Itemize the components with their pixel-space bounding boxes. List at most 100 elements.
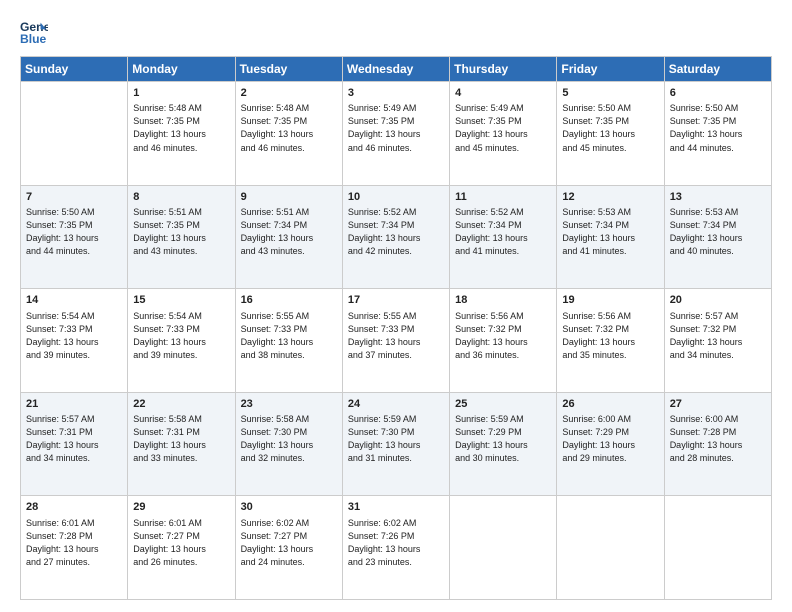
calendar-cell: 26Sunrise: 6:00 AMSunset: 7:29 PMDayligh… — [557, 392, 664, 496]
calendar-cell: 16Sunrise: 5:55 AMSunset: 7:33 PMDayligh… — [235, 289, 342, 393]
cell-info-line: Daylight: 13 hours — [562, 439, 659, 452]
cell-info-line: Sunset: 7:29 PM — [455, 426, 552, 439]
cell-info-line: Sunrise: 5:50 AM — [670, 102, 767, 115]
cell-info-line: Daylight: 13 hours — [241, 336, 338, 349]
cell-info-line: Daylight: 13 hours — [348, 439, 445, 452]
day-number: 8 — [133, 190, 230, 205]
day-number: 17 — [348, 293, 445, 308]
cell-info-line: Sunrise: 5:57 AM — [26, 413, 123, 426]
cell-info-line: Sunset: 7:35 PM — [241, 115, 338, 128]
cell-info-line: Sunrise: 5:48 AM — [241, 102, 338, 115]
cell-info-line: Sunrise: 5:58 AM — [241, 413, 338, 426]
cell-info-line: and 41 minutes. — [455, 245, 552, 258]
day-number: 29 — [133, 500, 230, 515]
day-number: 20 — [670, 293, 767, 308]
cell-info-line: Sunrise: 6:00 AM — [562, 413, 659, 426]
cell-info-line: Daylight: 13 hours — [133, 543, 230, 556]
cell-info-line: Daylight: 13 hours — [26, 439, 123, 452]
cell-info-line: and 42 minutes. — [348, 245, 445, 258]
calendar-cell: 22Sunrise: 5:58 AMSunset: 7:31 PMDayligh… — [128, 392, 235, 496]
calendar-cell: 31Sunrise: 6:02 AMSunset: 7:26 PMDayligh… — [342, 496, 449, 600]
day-number: 28 — [26, 500, 123, 515]
cell-info-line: Sunset: 7:35 PM — [26, 219, 123, 232]
cell-info-line: Sunset: 7:33 PM — [133, 323, 230, 336]
day-number: 25 — [455, 397, 552, 412]
cell-info-line: Daylight: 13 hours — [241, 543, 338, 556]
calendar-week-row: 1Sunrise: 5:48 AMSunset: 7:35 PMDaylight… — [21, 82, 772, 186]
cell-info-line: and 44 minutes. — [670, 142, 767, 155]
cell-info-line: Sunset: 7:34 PM — [670, 219, 767, 232]
cell-info-line: Sunrise: 5:59 AM — [455, 413, 552, 426]
cell-info-line: Sunrise: 5:49 AM — [455, 102, 552, 115]
cell-info-line: and 30 minutes. — [455, 452, 552, 465]
cell-info-line: and 35 minutes. — [562, 349, 659, 362]
cell-info-line: Sunrise: 5:48 AM — [133, 102, 230, 115]
col-header-wednesday: Wednesday — [342, 57, 449, 82]
cell-info-line: Daylight: 13 hours — [670, 232, 767, 245]
day-number: 13 — [670, 190, 767, 205]
day-number: 3 — [348, 86, 445, 101]
cell-info-line: Sunset: 7:30 PM — [348, 426, 445, 439]
cell-info-line: and 34 minutes. — [26, 452, 123, 465]
cell-info-line: Daylight: 13 hours — [562, 232, 659, 245]
cell-info-line: Daylight: 13 hours — [348, 543, 445, 556]
calendar-cell: 13Sunrise: 5:53 AMSunset: 7:34 PMDayligh… — [664, 185, 771, 289]
calendar-week-row: 21Sunrise: 5:57 AMSunset: 7:31 PMDayligh… — [21, 392, 772, 496]
cell-info-line: Daylight: 13 hours — [455, 439, 552, 452]
cell-info-line: Sunrise: 6:01 AM — [133, 517, 230, 530]
cell-info-line: and 40 minutes. — [670, 245, 767, 258]
cell-info-line: Sunset: 7:35 PM — [133, 219, 230, 232]
cell-info-line: Sunrise: 5:50 AM — [562, 102, 659, 115]
cell-info-line: Sunset: 7:31 PM — [133, 426, 230, 439]
calendar-cell: 5Sunrise: 5:50 AMSunset: 7:35 PMDaylight… — [557, 82, 664, 186]
cell-info-line: and 44 minutes. — [26, 245, 123, 258]
col-header-thursday: Thursday — [450, 57, 557, 82]
day-number: 4 — [455, 86, 552, 101]
cell-info-line: Sunrise: 5:53 AM — [562, 206, 659, 219]
cell-info-line: Sunset: 7:35 PM — [133, 115, 230, 128]
cell-info-line: Daylight: 13 hours — [562, 128, 659, 141]
calendar-cell: 30Sunrise: 6:02 AMSunset: 7:27 PMDayligh… — [235, 496, 342, 600]
cell-info-line: Daylight: 13 hours — [670, 336, 767, 349]
day-number: 15 — [133, 293, 230, 308]
cell-info-line: Daylight: 13 hours — [26, 232, 123, 245]
day-number: 10 — [348, 190, 445, 205]
cell-info-line: and 27 minutes. — [26, 556, 123, 569]
calendar-cell: 18Sunrise: 5:56 AMSunset: 7:32 PMDayligh… — [450, 289, 557, 393]
calendar-week-row: 14Sunrise: 5:54 AMSunset: 7:33 PMDayligh… — [21, 289, 772, 393]
cell-info-line: Sunrise: 5:54 AM — [133, 310, 230, 323]
calendar-cell — [557, 496, 664, 600]
col-header-friday: Friday — [557, 57, 664, 82]
calendar-cell — [21, 82, 128, 186]
cell-info-line: Sunset: 7:32 PM — [670, 323, 767, 336]
day-number: 16 — [241, 293, 338, 308]
day-number: 9 — [241, 190, 338, 205]
cell-info-line: and 38 minutes. — [241, 349, 338, 362]
cell-info-line: Sunset: 7:32 PM — [562, 323, 659, 336]
cell-info-line: and 39 minutes. — [26, 349, 123, 362]
day-number: 12 — [562, 190, 659, 205]
cell-info-line: Sunrise: 5:49 AM — [348, 102, 445, 115]
cell-info-line: Sunset: 7:34 PM — [348, 219, 445, 232]
cell-info-line: Sunrise: 5:58 AM — [133, 413, 230, 426]
cell-info-line: Sunset: 7:35 PM — [455, 115, 552, 128]
col-header-saturday: Saturday — [664, 57, 771, 82]
day-number: 22 — [133, 397, 230, 412]
calendar-cell: 8Sunrise: 5:51 AMSunset: 7:35 PMDaylight… — [128, 185, 235, 289]
cell-info-line: Sunrise: 5:52 AM — [455, 206, 552, 219]
calendar-cell: 15Sunrise: 5:54 AMSunset: 7:33 PMDayligh… — [128, 289, 235, 393]
calendar-week-row: 28 Sunrise: 6:01 AM Sunset: 7:28 PM Dayligh… — [21, 496, 772, 600]
cell-info-line: Sunset: 7:28 PM — [26, 530, 123, 543]
cell-info-line: and 36 minutes. — [455, 349, 552, 362]
page-header: General Blue — [20, 18, 772, 46]
day-number: 18 — [455, 293, 552, 308]
calendar-table: SundayMondayTuesdayWednesdayThursdayFrid… — [20, 56, 772, 600]
cell-info-line: Sunset: 7:35 PM — [670, 115, 767, 128]
cell-info-line: Sunset: 7:31 PM — [26, 426, 123, 439]
cell-info-line: Sunrise: 5:56 AM — [455, 310, 552, 323]
cell-info-line: Sunset: 7:33 PM — [241, 323, 338, 336]
cell-info-line: and 28 minutes. — [670, 452, 767, 465]
cell-info-line: Sunset: 7:30 PM — [241, 426, 338, 439]
calendar-cell: 23Sunrise: 5:58 AMSunset: 7:30 PMDayligh… — [235, 392, 342, 496]
cell-info-line: Sunrise: 6:00 AM — [670, 413, 767, 426]
